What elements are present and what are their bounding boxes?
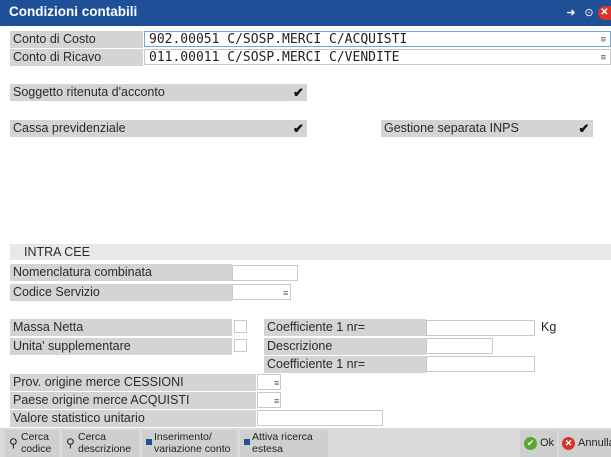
descrizione-input[interactable] bbox=[426, 338, 493, 354]
field-menu-icon[interactable]: ≡ bbox=[274, 375, 279, 391]
ok-button[interactable]: ✔ Ok bbox=[520, 430, 557, 457]
square-icon bbox=[244, 439, 250, 445]
attiva-line2: estesa bbox=[252, 443, 283, 455]
ritenuta-checkbox[interactable]: ✔ bbox=[290, 84, 307, 101]
unit-kg: Kg bbox=[541, 320, 557, 334]
unita-supplementare-checkbox[interactable] bbox=[234, 339, 247, 352]
inps-label: Gestione separata INPS bbox=[381, 120, 575, 137]
inserimento-conto-button[interactable]: Inserimento/ variazione conto bbox=[142, 430, 237, 457]
conto-costo-value: 902.00051 C/SOSP.MERCI C/ACQUISTI bbox=[149, 32, 408, 47]
ritenuta-label: Soggetto ritenuta d'acconto bbox=[10, 84, 290, 101]
codice-servizio-label: Codice Servizio bbox=[10, 284, 232, 301]
conto-ricavo-label: Conto di Ricavo bbox=[10, 49, 143, 66]
paese-origine-label: Paese origine merce ACQUISTI bbox=[10, 392, 256, 409]
attiva-line1: Attiva ricerca bbox=[252, 431, 313, 443]
field-menu-icon[interactable]: ≡ bbox=[601, 50, 606, 66]
cerca-codice-line2: codice bbox=[21, 443, 52, 455]
annulla-label: Annulla bbox=[578, 437, 611, 449]
conto-costo-label: Conto di Costo bbox=[10, 31, 143, 48]
conto-costo-field[interactable]: 902.00051 C/SOSP.MERCI C/ACQUISTI ≡ bbox=[144, 31, 611, 47]
inserimento-line1: Inserimento/ bbox=[154, 431, 212, 443]
field-menu-icon[interactable]: ≡ bbox=[283, 285, 288, 301]
codice-servizio-input[interactable]: ≡ bbox=[232, 284, 291, 300]
intra-section-bar bbox=[10, 244, 611, 260]
conto-ricavo-value: 011.00011 C/SOSP.MERCI C/VENDITE bbox=[149, 50, 400, 65]
ok-label: Ok bbox=[540, 437, 555, 449]
cerca-descrizione-button[interactable]: ⚲ Cerca descrizione bbox=[62, 430, 139, 457]
cerca-descrizione-line1: Cerca bbox=[78, 431, 107, 443]
field-menu-icon[interactable]: ≡ bbox=[274, 393, 279, 409]
attiva-ricerca-button[interactable]: Attiva ricerca estesa bbox=[240, 430, 328, 457]
search-icon: ⚲ bbox=[9, 436, 18, 450]
nomenclatura-input[interactable] bbox=[232, 265, 298, 281]
nomenclatura-label: Nomenclatura combinata bbox=[10, 264, 232, 281]
conto-ricavo-field[interactable]: 011.00011 C/SOSP.MERCI C/VENDITE ≡ bbox=[144, 49, 611, 65]
cerca-codice-line1: Cerca bbox=[21, 431, 50, 443]
valore-statistico-input[interactable] bbox=[257, 410, 383, 426]
close-icon[interactable]: ✕ bbox=[598, 6, 611, 20]
annulla-button[interactable]: ✕ Annulla bbox=[559, 430, 611, 457]
field-menu-icon[interactable]: ≡ bbox=[601, 32, 606, 48]
pin-icon[interactable]: ➜ bbox=[564, 6, 578, 20]
massa-netta-checkbox[interactable] bbox=[234, 320, 247, 333]
check-icon: ✔ bbox=[524, 437, 537, 450]
cassa-label: Cassa previdenziale bbox=[10, 120, 290, 137]
search-icon: ⚲ bbox=[66, 436, 75, 450]
radio-icon[interactable]: ⊙ bbox=[582, 6, 596, 20]
prov-origine-input[interactable]: ≡ bbox=[257, 374, 281, 390]
cancel-icon: ✕ bbox=[562, 437, 575, 450]
massa-netta-label: Massa Netta bbox=[10, 319, 232, 336]
coefficiente-2-label: Coefficiente 1 nr= bbox=[264, 356, 426, 373]
descrizione-label: Descrizione bbox=[264, 338, 426, 355]
cassa-checkbox[interactable]: ✔ bbox=[290, 120, 307, 137]
cerca-descrizione-line2: descrizione bbox=[78, 443, 132, 455]
cerca-codice-button[interactable]: ⚲ Cerca codice bbox=[5, 430, 59, 457]
window-title: Condizioni contabili bbox=[9, 4, 138, 19]
inserimento-line2: variazione conto bbox=[154, 443, 231, 455]
coefficiente-2-input[interactable] bbox=[426, 356, 535, 372]
inps-checkbox[interactable]: ✔ bbox=[575, 120, 593, 137]
paese-origine-input[interactable]: ≡ bbox=[257, 392, 281, 408]
valore-statistico-label: Valore statistico unitario bbox=[10, 410, 256, 427]
prov-origine-label: Prov. origine merce CESSIONI bbox=[10, 374, 256, 391]
unita-supplementare-label: Unita' supplementare bbox=[10, 338, 232, 355]
coefficiente-1-input[interactable] bbox=[426, 320, 535, 336]
coefficiente-1-label: Coefficiente 1 nr= bbox=[264, 319, 426, 336]
square-icon bbox=[146, 439, 152, 445]
intra-header: INTRA CEE bbox=[24, 245, 90, 259]
